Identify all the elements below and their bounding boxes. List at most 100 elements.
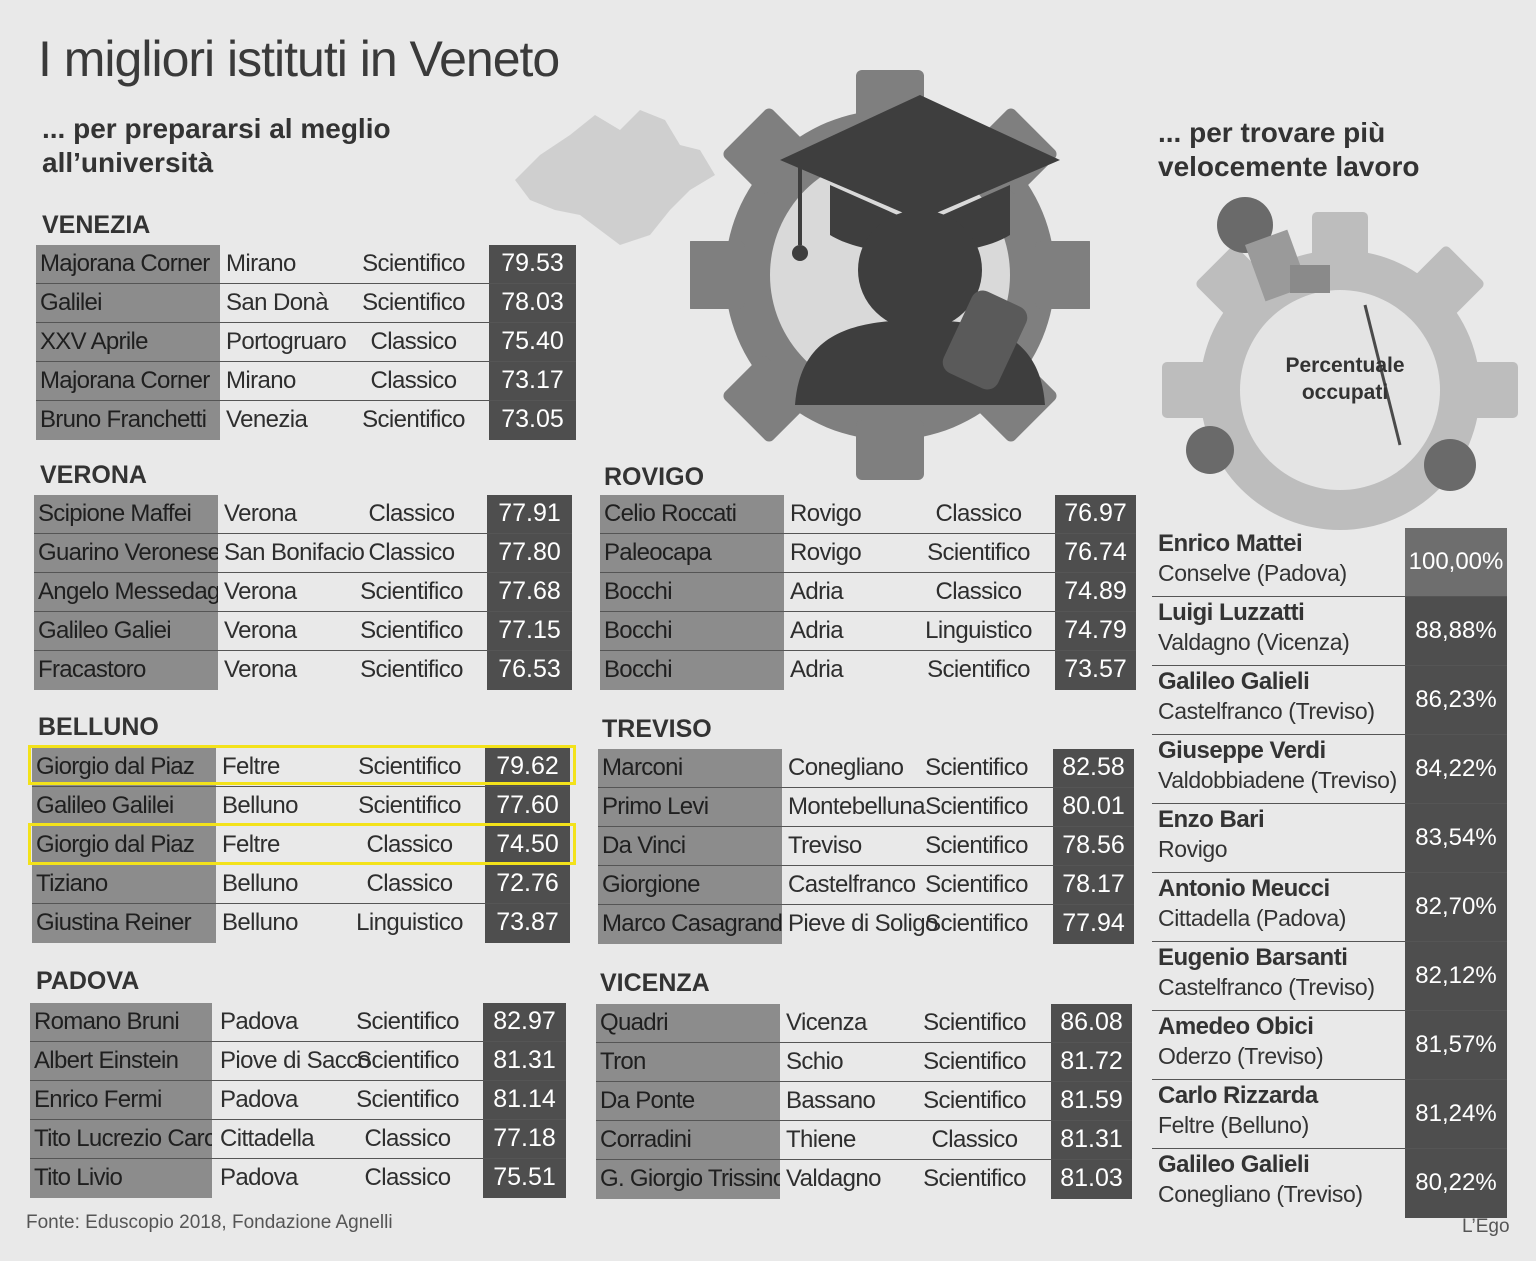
employment-percentage: 100,00% <box>1405 528 1507 596</box>
page-title: I migliori istituti in Veneto <box>38 31 560 87</box>
table-rovigo: Celio Roccati Rovigo Classico 76.97 Paleocap… <box>600 495 1136 690</box>
employment-percentage: 86,23% <box>1405 666 1507 734</box>
table-row: G. Giorgio Trissino Valdagno Scientifico 81… <box>596 1160 1132 1199</box>
table-row: Da Ponte Bassano Scientifico 81.59 <box>596 1082 1132 1121</box>
school-type: Scientifico <box>925 871 1028 898</box>
institute-location: Castelfranco (Treviso) <box>1158 698 1375 724</box>
province-verona-heading: VERONA <box>40 461 147 489</box>
school-score: 78.03 <box>489 284 576 322</box>
school-city: Treviso <box>788 832 862 859</box>
school-name: Angelo Messedaglia <box>34 573 218 611</box>
institute-name: Antonio Meucci <box>1158 875 1330 902</box>
institute-name: Galileo Galieli <box>1158 1151 1310 1178</box>
school-city: Verona <box>224 578 297 605</box>
institute-location: Castelfranco (Treviso) <box>1158 974 1375 1000</box>
school-city: Mirano <box>226 250 296 277</box>
school-type: Scientifico <box>362 406 465 433</box>
table-row: Angelo MessedagliaVerona Scientifico 77.68 <box>34 573 572 612</box>
school-city: Padova <box>220 1086 298 1113</box>
school-city: Rovigo <box>790 539 862 566</box>
employment-percentage: 81,24% <box>1405 1080 1507 1148</box>
school-score: 75.51 <box>483 1159 566 1198</box>
employment-chart-label: Percentuale occupati <box>1285 354 1405 404</box>
school-city: Padova <box>220 1008 298 1035</box>
school-city: Venezia <box>226 406 308 433</box>
employment-percentage: 83,54% <box>1405 804 1507 872</box>
province-padova-heading: PADOVA <box>36 967 140 995</box>
table-row: Paleocapa Rovigo Scientifico 76.74 <box>600 534 1136 573</box>
school-score: 76.74 <box>1055 534 1136 572</box>
school-type: Classico <box>935 500 1023 527</box>
school-type: Scientifico <box>925 832 1028 859</box>
school-city: Verona <box>224 617 297 644</box>
school-city: Valdagno <box>786 1165 881 1192</box>
school-score: 78.56 <box>1053 827 1134 865</box>
school-score: 81.03 <box>1051 1160 1132 1199</box>
school-name: Celio Roccati <box>600 495 784 533</box>
school-score: 81.72 <box>1051 1043 1132 1081</box>
institute-name: Carlo Rizzarda <box>1158 1082 1318 1109</box>
school-type: Linguistico <box>925 617 1032 644</box>
employment-row: Enrico Mattei Conselve (Padova) 100,00% <box>1152 528 1507 597</box>
school-city: Portogruaro <box>226 328 347 355</box>
institute-location: Valdagno (Vicenza) <box>1158 629 1350 655</box>
school-type: Scientifico <box>923 1048 1026 1075</box>
table-row: Guarino Veronese San Bonifacio Classico 77.… <box>34 534 572 573</box>
school-type: Classico <box>368 500 456 527</box>
table-row: Bocchi Adria Linguistico 74.79 <box>600 612 1136 651</box>
institute-name: Enrico Mattei <box>1158 530 1303 557</box>
school-name: Bocchi <box>600 573 784 611</box>
school-type: Scientifico <box>356 1086 459 1113</box>
table-row: XXV Aprile Portogruaro Classico 75.40 <box>36 323 576 362</box>
school-city: Belluno <box>222 909 298 936</box>
school-name: Corradini <box>596 1121 780 1159</box>
school-type: Scientifico <box>923 1087 1026 1114</box>
employment-row: Giuseppe Verdi Valdobbiadene (Treviso) 84,… <box>1152 735 1507 804</box>
table-row: Scipione Maffei Verona Classico 77.91 <box>34 495 572 534</box>
school-type: Scientifico <box>360 578 463 605</box>
school-type: Scientifico <box>360 656 463 683</box>
institute-name: Enzo Bari <box>1158 806 1265 833</box>
school-type: Scientifico <box>925 754 1028 781</box>
province-treviso-heading: TREVISO <box>602 715 712 743</box>
school-city: Montebelluna <box>788 793 926 820</box>
school-score: 77.91 <box>487 495 572 533</box>
school-score: 76.97 <box>1055 495 1136 533</box>
source-note: Fonte: Eduscopio 2018, Fondazione Agnell… <box>26 1212 393 1233</box>
school-type: Classico <box>364 1164 452 1191</box>
school-name: Romano Bruni <box>30 1003 212 1041</box>
table-row: Fracastoro Verona Scientifico 76.53 <box>34 651 572 690</box>
school-city: Schio <box>786 1048 844 1075</box>
school-city: Thiene <box>786 1126 856 1153</box>
table-treviso: Marconi Conegliano Scientifico 82.58 Primo L… <box>598 749 1134 944</box>
school-score: 77.60 <box>485 787 570 825</box>
subtitle-employment: ... per trovare più velocemente lavoro <box>1158 117 1420 182</box>
school-type: Scientifico <box>923 1009 1026 1036</box>
employment-row: Carlo Rizzarda Feltre (Belluno) 81,24% <box>1152 1080 1507 1149</box>
school-city: Bassano <box>786 1087 876 1114</box>
school-city: Belluno <box>222 870 298 897</box>
school-score: 81.59 <box>1051 1082 1132 1120</box>
table-row: Celio Roccati Rovigo Classico 76.97 <box>600 495 1136 534</box>
school-score: 81.14 <box>483 1081 566 1119</box>
school-name: Enrico Fermi <box>30 1081 212 1119</box>
province-vicenza-heading: VICENZA <box>600 969 710 997</box>
school-type: Classico <box>368 539 456 566</box>
table-row: Majorana Corner Mirano Classico 73.17 <box>36 362 576 401</box>
school-score: 74.89 <box>1055 573 1136 611</box>
school-name: Galilei <box>36 284 220 322</box>
institute-name: Eugenio Barsanti <box>1158 944 1348 971</box>
employment-percentage: 81,57% <box>1405 1011 1507 1079</box>
school-score: 77.80 <box>487 534 572 572</box>
school-type: Classico <box>370 328 458 355</box>
table-row: Bocchi Adria Classico 74.89 <box>600 573 1136 612</box>
table-row: Romano Bruni Padova Scientifico 82.97 <box>30 1003 566 1042</box>
school-city: Padova <box>220 1164 298 1191</box>
highlight-belluno-row-1 <box>28 745 576 785</box>
school-type: Scientifico <box>927 539 1030 566</box>
school-name: Marco Casagrande <box>598 905 782 944</box>
school-score: 82.58 <box>1053 749 1134 787</box>
graduate-icon <box>780 95 1060 405</box>
table-row: Galileo Galilei Belluno Scientifico 77.60 <box>32 787 570 826</box>
table-row: Giustina Reiner Belluno Linguistico 73.87 <box>32 904 570 943</box>
